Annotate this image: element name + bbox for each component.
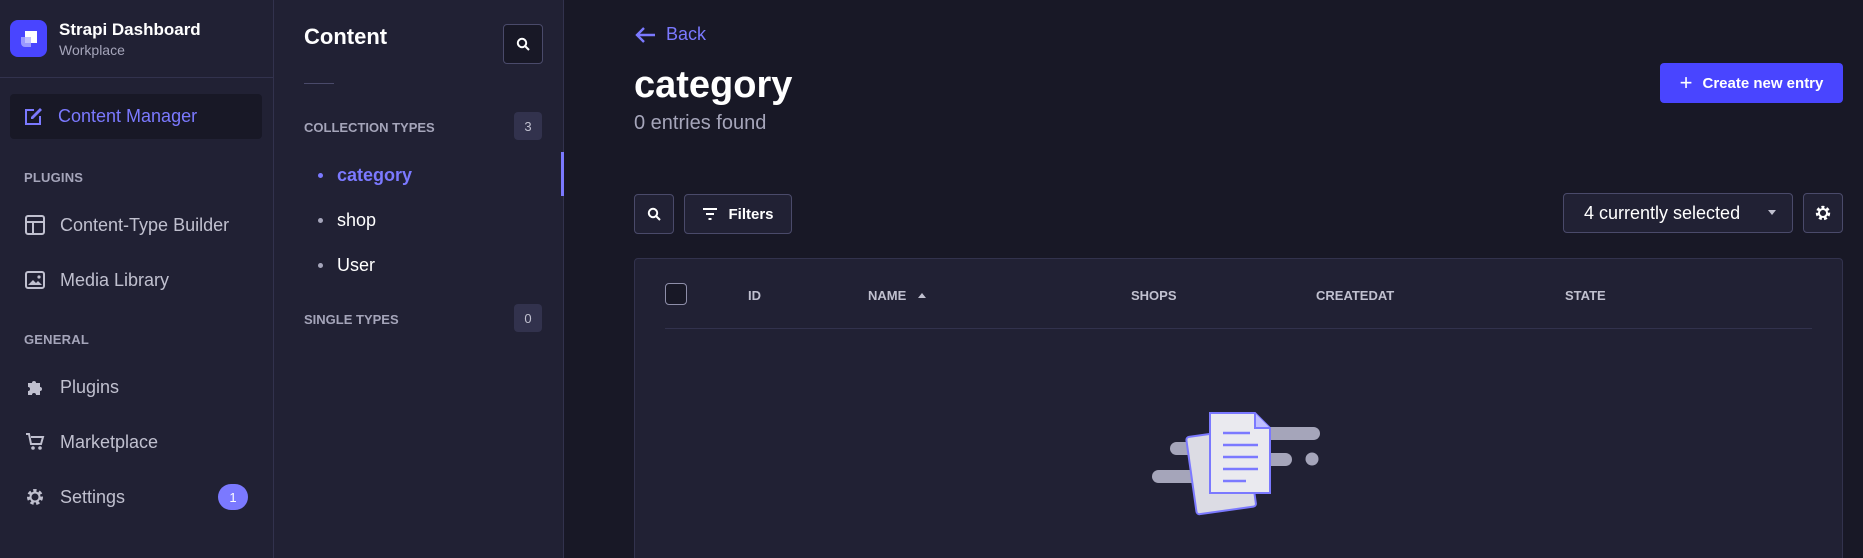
gear-icon — [1815, 205, 1831, 221]
sidebar-item-content-type-builder[interactable]: Content-Type Builder — [24, 210, 229, 240]
subnav-search-button[interactable] — [503, 24, 543, 64]
brand[interactable]: Strapi Dashboard Workplace — [0, 0, 273, 78]
strapi-logo-icon — [10, 20, 47, 57]
filters-label: Filters — [728, 205, 774, 223]
sidebar-item-content-manager[interactable]: Content Manager — [10, 94, 262, 139]
collection-types-count: 3 — [514, 112, 542, 140]
plus-icon: + — [1679, 70, 1693, 95]
sidebar-item-marketplace[interactable]: Marketplace — [24, 427, 158, 457]
plugins-heading: PLUGINS — [24, 170, 84, 185]
column-header-label: NAME — [868, 288, 907, 303]
table-header: ID NAME SHOPS CREATEDAT STATE — [665, 259, 1812, 329]
table-search-button[interactable] — [634, 194, 674, 234]
column-header-name[interactable]: NAME — [868, 288, 927, 303]
sidebar-item-label: Settings — [60, 486, 126, 507]
sidebar-item-settings[interactable]: Settings — [24, 482, 125, 512]
columns-select[interactable]: 4 currently selected — [1563, 193, 1793, 233]
column-header-state[interactable]: STATE — [1565, 288, 1606, 303]
subnav-item-label: User — [337, 255, 376, 275]
subnav-divider — [304, 83, 334, 84]
puzzle-icon — [24, 377, 46, 397]
column-header-createdat[interactable]: CREATEDAT — [1316, 288, 1394, 303]
sidebar-item-media-library[interactable]: Media Library — [24, 265, 169, 295]
sidebar-item-plugins[interactable]: Plugins — [24, 372, 119, 402]
brand-title: Strapi Dashboard — [59, 19, 201, 39]
general-heading: GENERAL — [24, 332, 89, 347]
cart-icon — [24, 432, 46, 452]
subnav-item-shop[interactable]: shop — [318, 210, 376, 231]
caret-down-icon — [1768, 210, 1776, 215]
list-settings-button[interactable] — [1803, 193, 1843, 233]
subnav-item-category[interactable]: category — [318, 165, 412, 186]
back-link[interactable]: Back — [634, 24, 706, 45]
gear-icon — [24, 487, 46, 507]
empty-documents-icon — [1152, 412, 1320, 516]
create-button-label: Create new entry — [1702, 74, 1824, 92]
subnav-title: Content — [304, 24, 388, 49]
single-types-heading[interactable]: SINGLE TYPES — [304, 312, 399, 327]
sidebar-item-label: Content Manager — [58, 106, 198, 126]
sidebar-item-label: Marketplace — [60, 431, 159, 452]
brand-subtitle: Workplace — [59, 41, 125, 58]
sort-ascending-icon — [918, 293, 927, 298]
filters-button[interactable]: Filters — [684, 194, 792, 234]
back-label: Back — [666, 24, 707, 44]
search-icon — [647, 207, 661, 221]
select-all-checkbox[interactable] — [665, 283, 687, 305]
search-icon — [516, 37, 530, 51]
content-subnav: Content COLLECTION TYPES 3 category shop… — [274, 0, 564, 558]
column-header-shops[interactable]: SHOPS — [1131, 288, 1177, 303]
arrow-left-icon — [635, 26, 655, 43]
subnav-item-label: shop — [337, 210, 377, 230]
filter-icon — [703, 208, 718, 220]
create-new-entry-button[interactable]: + Create new entry — [1660, 63, 1843, 103]
main-sidebar: Strapi Dashboard Workplace Content Manag… — [0, 0, 274, 558]
subnav-item-label: category — [337, 165, 413, 185]
sidebar-item-label: Plugins — [60, 376, 120, 397]
subnav-item-user[interactable]: User — [318, 255, 375, 276]
active-indicator — [561, 152, 564, 196]
columns-select-value: 4 currently selected — [1584, 202, 1741, 223]
image-icon — [24, 271, 46, 289]
sidebar-item-label: Content-Type Builder — [60, 214, 230, 235]
page-title: category — [634, 64, 793, 106]
collection-types-heading[interactable]: COLLECTION TYPES — [304, 120, 435, 135]
single-types-count: 0 — [514, 304, 542, 332]
settings-notification-badge: 1 — [218, 484, 248, 510]
column-header-id[interactable]: ID — [748, 288, 761, 303]
layout-icon — [24, 215, 46, 235]
entries-count: 0 entries found — [634, 112, 767, 134]
feather-icon — [22, 106, 44, 128]
sidebar-item-label: Media Library — [60, 269, 170, 290]
